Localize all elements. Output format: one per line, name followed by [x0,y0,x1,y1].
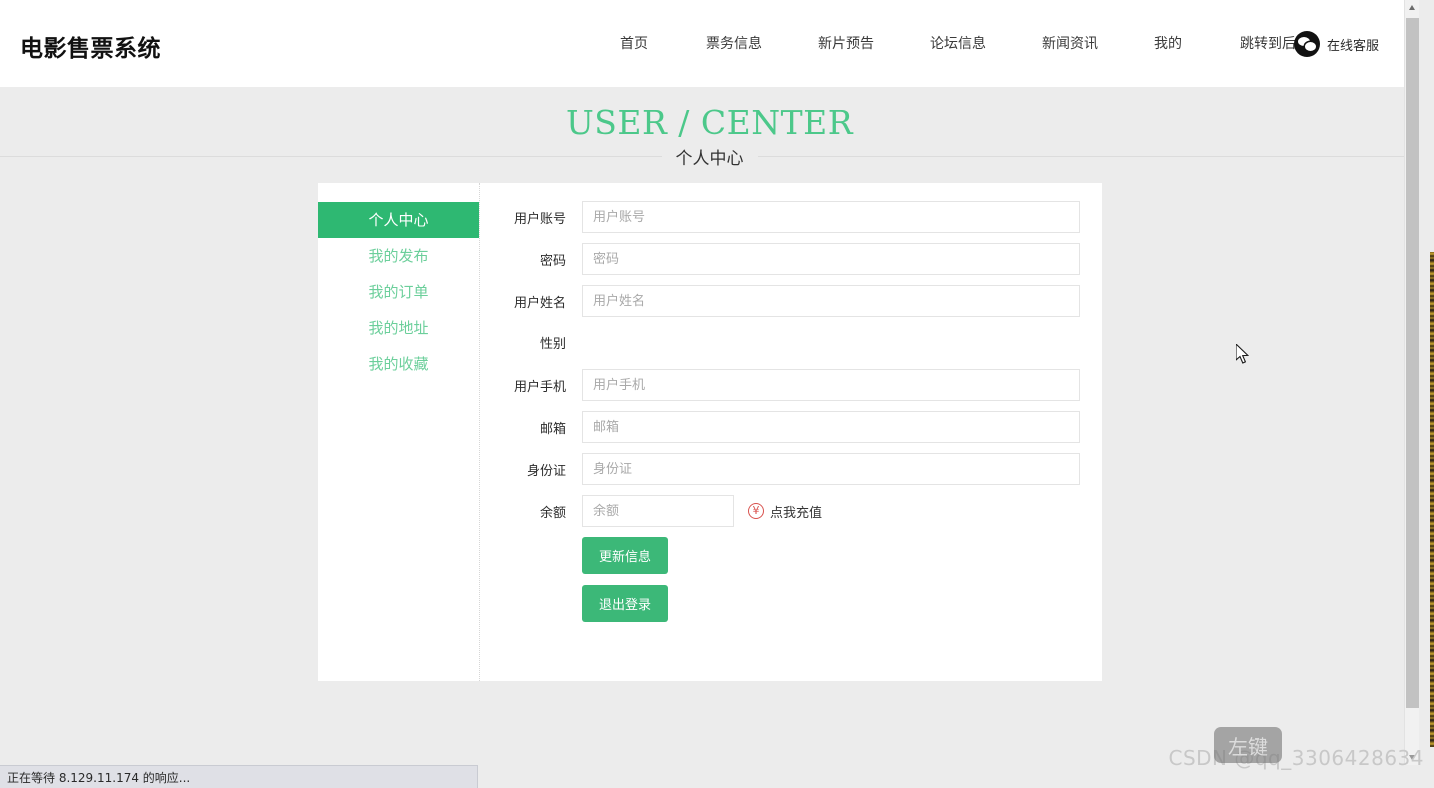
form-row-user-name: 用户姓名 [480,285,1102,317]
page-title-block: USER / CENTER 个人中心 [0,87,1419,169]
sidebar-item-user-center[interactable]: 个人中心 [318,202,479,238]
page-title-chinese: 个人中心 [0,144,1419,169]
gender-radio-group[interactable] [582,332,1080,352]
logout-button[interactable]: 退出登录 [582,585,669,622]
nav-item-new-trailers[interactable]: 新片预告 [818,33,874,53]
yen-circle-icon: ¥ [748,503,764,519]
nav-item-ticket-info[interactable]: 票务信息 [706,33,762,53]
scroll-down-arrow-icon[interactable] [1405,750,1419,765]
form-row-user-phone: 用户手机 [480,369,1102,401]
vertical-scrollbar[interactable] [1404,0,1419,765]
logout-button-row: 退出登录 [582,585,1102,622]
form-row-balance: 余额 ¥ 点我充值 [480,495,1102,527]
page-title-english: USER / CENTER [565,103,854,142]
scrollbar-thumb[interactable] [1406,18,1419,708]
nav-item-news[interactable]: 新闻资讯 [1042,33,1098,53]
input-user-account[interactable] [582,201,1080,233]
nav-item-mine[interactable]: 我的 [1154,33,1182,53]
form-row-password: 密码 [480,243,1102,275]
site-header: 电影售票系统 首页 票务信息 新片预告 论坛信息 新闻资讯 我的 跳转到后台 在… [0,0,1419,87]
label-gender: 性别 [539,336,566,352]
update-info-button[interactable]: 更新信息 [582,537,669,574]
update-button-row: 更新信息 [582,537,1102,574]
input-email[interactable] [582,411,1080,443]
input-user-phone[interactable] [582,369,1080,401]
sidebar-item-my-orders[interactable]: 我的订单 [318,274,479,310]
label-user-name: 用户姓名 [513,295,566,311]
label-id-card: 身份证 [526,463,566,479]
sidebar-item-my-address[interactable]: 我的地址 [318,310,479,346]
nav-item-home[interactable]: 首页 [620,33,648,53]
form-row-gender: 性别 [480,327,1102,357]
browser-status-bar: 正在等待 8.129.11.174 的响应... [0,765,478,788]
profile-form: 用户账号 密码 用户姓名 性别 [480,183,1102,681]
recharge-label: 点我充值 [770,505,823,521]
label-email: 邮箱 [539,421,566,437]
site-logo[interactable]: 电影售票系统 [20,29,161,63]
status-bar-text: 正在等待 8.129.11.174 的响应... [7,770,191,785]
wechat-chat-icon [1294,31,1320,57]
recharge-link[interactable]: ¥ 点我充值 [748,502,822,521]
page-title-chinese-text: 个人中心 [661,149,758,169]
form-row-user-account: 用户账号 [480,201,1102,233]
content-area: 个人中心 我的发布 我的订单 我的地址 我的收藏 用户账号 密码 [0,156,1419,756]
browser-page: 电影售票系统 首页 票务信息 新片预告 论坛信息 新闻资讯 我的 跳转到后台 在… [0,0,1419,765]
label-user-phone: 用户手机 [513,379,566,395]
screen: 电影售票系统 首页 票务信息 新片预告 论坛信息 新闻资讯 我的 跳转到后台 在… [0,0,1434,788]
label-balance: 余额 [539,505,566,521]
user-center-card: 个人中心 我的发布 我的订单 我的地址 我的收藏 用户账号 密码 [318,183,1102,681]
input-balance[interactable] [582,495,734,527]
form-row-id-card: 身份证 [480,453,1102,485]
input-password[interactable] [582,243,1080,275]
online-service-label: 在线客服 [1327,38,1380,54]
input-user-name[interactable] [582,285,1080,317]
main-navigation: 首页 票务信息 新片预告 论坛信息 新闻资讯 我的 跳转到后台 [620,33,1310,53]
label-password: 密码 [539,253,566,269]
nav-item-forum[interactable]: 论坛信息 [930,33,986,53]
sidebar-item-my-favorites[interactable]: 我的收藏 [318,346,479,382]
label-user-account: 用户账号 [513,211,566,227]
sidebar-item-my-posts[interactable]: 我的发布 [318,238,479,274]
background-window-artifact [1430,252,1434,747]
input-id-card[interactable] [582,453,1080,485]
scroll-up-arrow-icon[interactable] [1405,0,1419,15]
form-row-email: 邮箱 [480,411,1102,443]
user-center-sidebar: 个人中心 我的发布 我的订单 我的地址 我的收藏 [318,183,480,681]
online-service-widget[interactable]: 在线客服 [1294,31,1379,57]
